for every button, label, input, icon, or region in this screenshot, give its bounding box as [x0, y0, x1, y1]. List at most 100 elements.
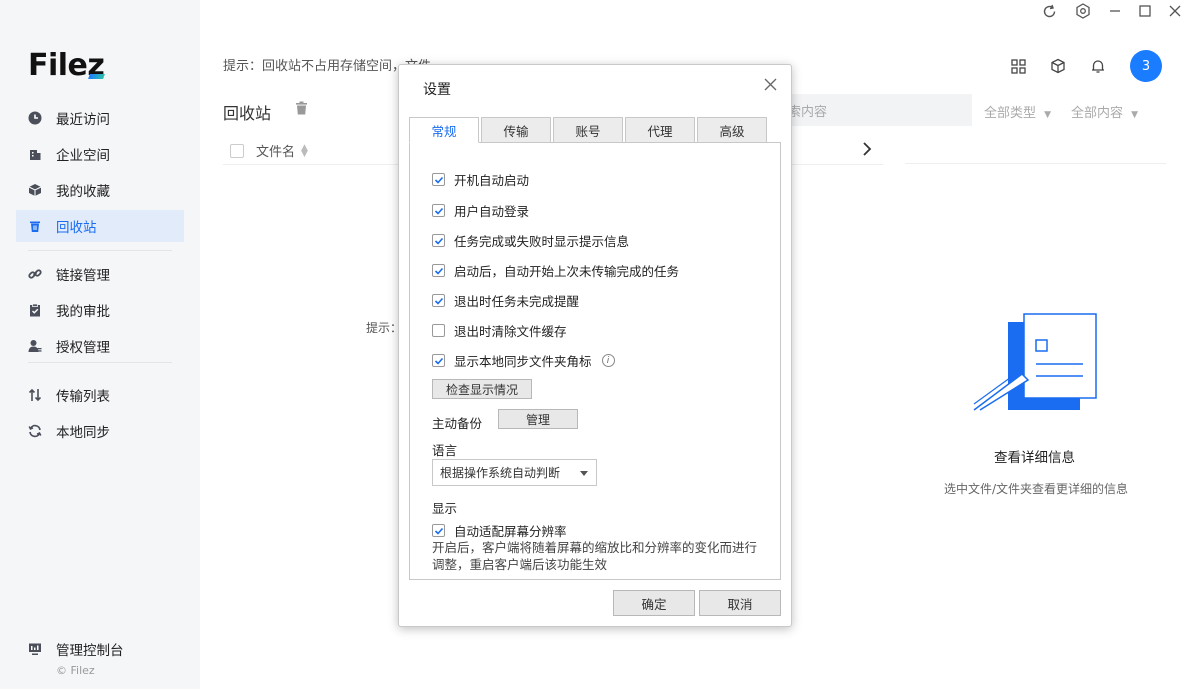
clock-icon: [28, 111, 42, 125]
filter-content-label: 全部内容: [1071, 106, 1124, 121]
detail-subtitle: 选中文件/文件夹查看更详细的信息: [944, 482, 1129, 496]
monitor-icon: [28, 642, 42, 656]
sidebar-item-recycle[interactable]: 回收站: [16, 210, 184, 242]
checkbox[interactable]: [432, 524, 445, 537]
language-select[interactable]: 根据操作系统自动判断: [432, 459, 597, 486]
settings-icon[interactable]: [1066, 0, 1100, 22]
building-icon: [28, 147, 42, 161]
settings-tabs: 常规 传输 账号 代理 高级: [409, 117, 769, 143]
tab-proxy[interactable]: 代理: [625, 117, 695, 143]
sidebar-item-local-sync[interactable]: 本地同步: [16, 415, 184, 447]
option-task-notify[interactable]: 任务完成或失败时显示提示信息: [432, 231, 629, 250]
manage-backup-button[interactable]: 管理: [498, 409, 578, 429]
filez-logo: Filez: [28, 48, 105, 83]
cube-icon[interactable]: [1038, 51, 1078, 81]
avatar[interactable]: 3: [1130, 50, 1162, 82]
checkbox[interactable]: [432, 204, 445, 217]
info-icon[interactable]: i: [601, 354, 615, 367]
sidebar-item-label: 最近访问: [56, 112, 110, 128]
filter-type-label: 全部类型: [984, 106, 1037, 121]
tab-transfer[interactable]: 传输: [481, 117, 551, 143]
clipboard-icon: [28, 303, 42, 317]
option-resume-tasks[interactable]: 启动后，自动开始上次未传输完成的任务: [432, 261, 679, 280]
general-settings-panel: 开机自动启动 用户自动登录 任务完成或失败时显示提示信息 启动后，自动开始上次未…: [409, 142, 781, 580]
option-auto-start[interactable]: 开机自动启动: [432, 170, 529, 189]
auto-fit-description: 开启后，客户端将随着屏幕的缩放比和分辨率的变化而进行调整，重启客户端后该功能生效: [432, 540, 758, 572]
cancel-button[interactable]: 取消: [699, 590, 781, 616]
checkbox[interactable]: [432, 264, 445, 277]
display-section-label: 显示: [432, 501, 458, 516]
sidebar-item-admin-console[interactable]: 管理控制台: [16, 633, 184, 665]
apps-grid-icon[interactable]: [998, 51, 1038, 81]
maximize-button[interactable]: [1130, 0, 1160, 22]
empty-trash-icon[interactable]: [295, 101, 308, 119]
checkbox[interactable]: [432, 294, 445, 307]
sidebar-divider: [28, 362, 172, 363]
bell-icon[interactable]: [1078, 51, 1118, 81]
language-value: 根据操作系统自动判断: [440, 466, 561, 480]
document-illustration-icon: [970, 312, 1100, 416]
copyright: © Filez: [56, 664, 95, 677]
link-icon: [28, 267, 42, 281]
sync-icon: [28, 424, 42, 438]
option-clear-cache[interactable]: 退出时清除文件缓存: [432, 321, 567, 340]
check-display-button[interactable]: 检查显示情况: [432, 379, 532, 399]
tab-general[interactable]: 常规: [409, 117, 479, 143]
checkbox[interactable]: [432, 173, 445, 186]
column-filename[interactable]: 文件名: [256, 141, 295, 160]
sidebar-item-enterprise[interactable]: 企业空间: [16, 138, 184, 170]
option-label: 开机自动启动: [454, 173, 530, 188]
checkbox[interactable]: [432, 324, 445, 337]
filter-content-dropdown[interactable]: 全部内容 ▼: [1071, 102, 1138, 121]
transfer-icon: [28, 388, 42, 402]
minimize-button[interactable]: [1100, 0, 1130, 22]
filter-type-dropdown[interactable]: 全部类型 ▼: [984, 102, 1051, 121]
option-auto-fit-resolution[interactable]: 自动适配屏幕分辨率: [432, 521, 567, 540]
option-label: 显示本地同步文件夹角标: [454, 354, 592, 369]
checkbox[interactable]: [432, 354, 445, 367]
empty-tip: 提示：: [366, 321, 403, 335]
chevron-right-icon[interactable]: [862, 140, 872, 161]
caret-down-icon: ▼: [1044, 110, 1052, 120]
backup-label: 主动备份: [432, 416, 483, 431]
close-icon[interactable]: [761, 77, 779, 95]
sidebar-item-label: 本地同步: [56, 425, 110, 441]
detail-title: 查看详细信息: [994, 450, 1075, 466]
sidebar-divider: [28, 250, 172, 251]
refresh-icon[interactable]: [1032, 0, 1066, 22]
option-label: 用户自动登录: [454, 204, 530, 219]
tab-advanced[interactable]: 高级: [697, 117, 767, 143]
option-auto-login[interactable]: 用户自动登录: [432, 201, 529, 220]
page-title: 回收站: [223, 104, 272, 123]
window-controls: [1032, 0, 1190, 22]
sidebar-item-label: 回收站: [56, 220, 97, 236]
sidebar-item-recent[interactable]: 最近访问: [16, 102, 184, 134]
search-input[interactable]: 索内容: [780, 94, 972, 126]
close-window-button[interactable]: [1160, 0, 1190, 22]
settings-dialog: 设置 常规 传输 账号 代理 高级 开机自动启动 用户自动登录 任务完成或失败时…: [398, 64, 792, 627]
cube-icon: [28, 183, 42, 197]
sidebar-item-transfers[interactable]: 传输列表: [16, 379, 184, 411]
option-label: 自动适配屏幕分辨率: [454, 524, 567, 539]
option-label: 退出时清除文件缓存: [454, 324, 567, 339]
dialog-title: 设置: [423, 82, 451, 98]
checkbox[interactable]: [432, 234, 445, 247]
tab-account[interactable]: 账号: [553, 117, 623, 143]
option-label: 任务完成或失败时显示提示信息: [454, 234, 630, 249]
ok-button[interactable]: 确定: [613, 590, 695, 616]
sidebar-item-authorization[interactable]: 授权管理: [16, 330, 184, 362]
language-label: 语言: [432, 443, 458, 458]
sort-icon[interactable]: ▲ ▼: [301, 143, 308, 158]
select-all-checkbox[interactable]: [230, 143, 244, 158]
sidebar-item-favorites[interactable]: 我的收藏: [16, 174, 184, 206]
header-toolbar: 3: [998, 50, 1162, 82]
option-exit-reminder[interactable]: 退出时任务未完成提醒: [432, 291, 579, 310]
option-sync-badge[interactable]: 显示本地同步文件夹角标 i: [432, 351, 615, 370]
caret-down-icon: [580, 471, 588, 476]
caret-down-icon: ▼: [1131, 110, 1139, 120]
sidebar-item-approvals[interactable]: 我的审批: [16, 294, 184, 326]
sidebar-item-links[interactable]: 链接管理: [16, 258, 184, 290]
trash-icon: [28, 219, 42, 233]
option-label: 启动后，自动开始上次未传输完成的任务: [454, 264, 680, 279]
sidebar-item-label: 我的收藏: [56, 184, 110, 200]
